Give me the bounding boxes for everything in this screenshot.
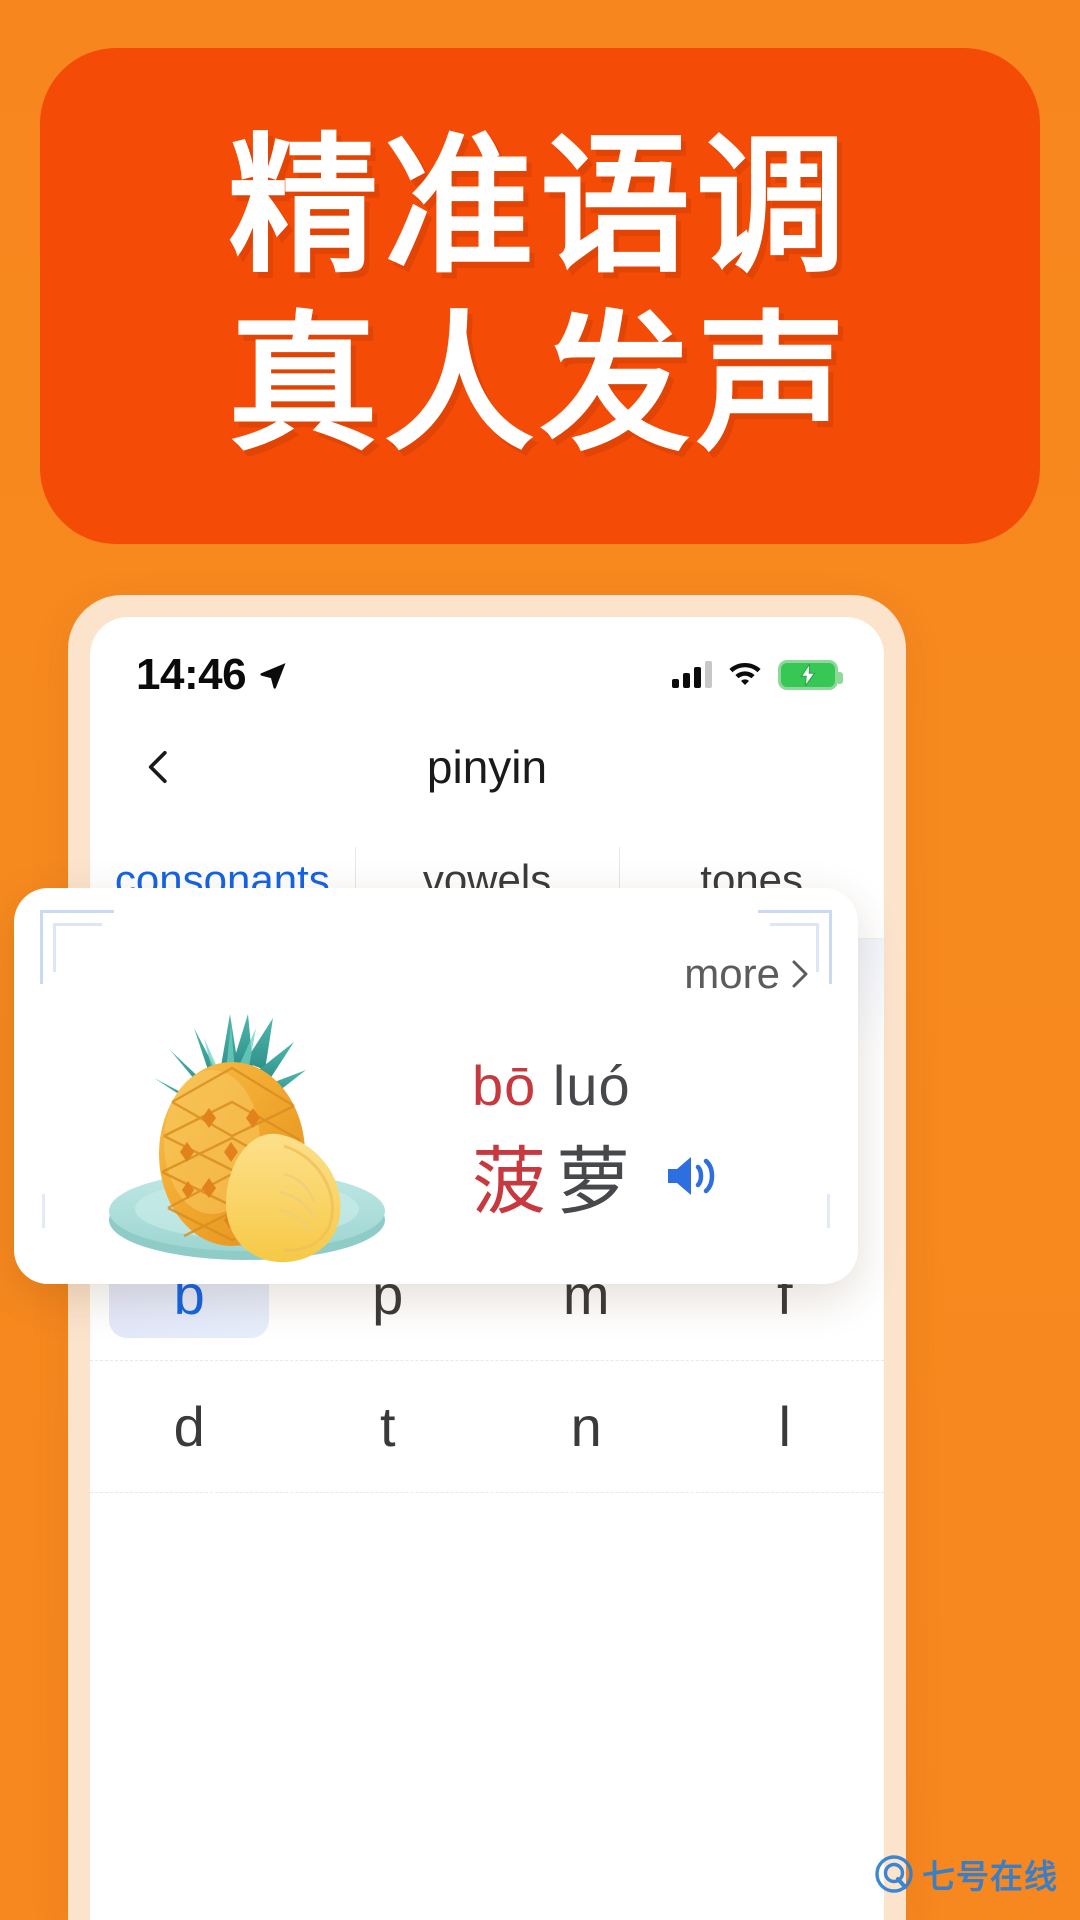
watermark-text: 七号在线 xyxy=(922,1857,1058,1896)
hanzi-row: 菠萝 xyxy=(472,1122,722,1229)
pinyin-syllable-1: bō xyxy=(472,1054,537,1117)
letter-cell-d[interactable]: d xyxy=(90,1384,289,1470)
letter-chip-t: t xyxy=(379,1395,396,1458)
page-title: pinyin xyxy=(426,741,548,793)
letter-chip-l: l xyxy=(778,1395,791,1458)
hero-line-1: 精准语调 xyxy=(227,120,852,294)
letters-row: d t n l xyxy=(90,1361,884,1493)
hero-banner: 精准语调 真人发声 xyxy=(40,48,1040,544)
hanzi-char-1: 菠 xyxy=(472,1139,556,1225)
hanzi-word: 菠萝 xyxy=(472,1122,640,1229)
hanzi-char-2: 萝 xyxy=(556,1139,640,1225)
page-background: 精准语调 真人发声 14:46 pinyin consonants vowels… xyxy=(0,0,1080,1920)
hero-line-2: 真人发声 xyxy=(227,298,852,472)
letter-chip-d: d xyxy=(173,1395,205,1458)
pineapple-on-plate-image xyxy=(109,1014,385,1263)
more-link-label: more xyxy=(684,950,780,997)
letter-cell-l[interactable]: l xyxy=(686,1384,885,1470)
pinyin-reading: bō luó xyxy=(472,1053,631,1118)
more-link[interactable]: more xyxy=(684,950,810,998)
battery-charging-icon xyxy=(778,660,843,690)
location-arrow-icon xyxy=(258,660,288,690)
letter-cell-n[interactable]: n xyxy=(487,1384,686,1470)
speaker-sound-icon[interactable] xyxy=(664,1151,722,1201)
status-bar-right xyxy=(672,659,843,692)
status-bar-left: 14:46 xyxy=(136,650,288,700)
chevron-left-icon xyxy=(148,751,167,783)
letter-cell-t[interactable]: t xyxy=(289,1384,488,1470)
word-detail-card: more bō luó 菠萝 xyxy=(14,888,858,1284)
status-bar: 14:46 xyxy=(90,617,884,713)
letter-chip-n: n xyxy=(570,1395,602,1458)
pinyin-syllable-2: luó xyxy=(536,1054,631,1117)
card-corner-ornament-top-left xyxy=(40,910,114,984)
word-card-body: bō luó 菠萝 xyxy=(14,998,858,1284)
wifi-icon xyxy=(727,659,763,692)
back-button[interactable] xyxy=(136,744,182,790)
circle-q-logo-icon xyxy=(875,1855,913,1893)
word-text-column: bō luó 菠萝 xyxy=(462,1053,858,1229)
watermark: 七号在线 xyxy=(874,1850,1058,1898)
chevron-right-icon xyxy=(792,960,808,988)
status-bar-time: 14:46 xyxy=(136,650,247,699)
cellular-signal-icon xyxy=(672,661,712,688)
nav-bar: pinyin xyxy=(90,713,884,821)
